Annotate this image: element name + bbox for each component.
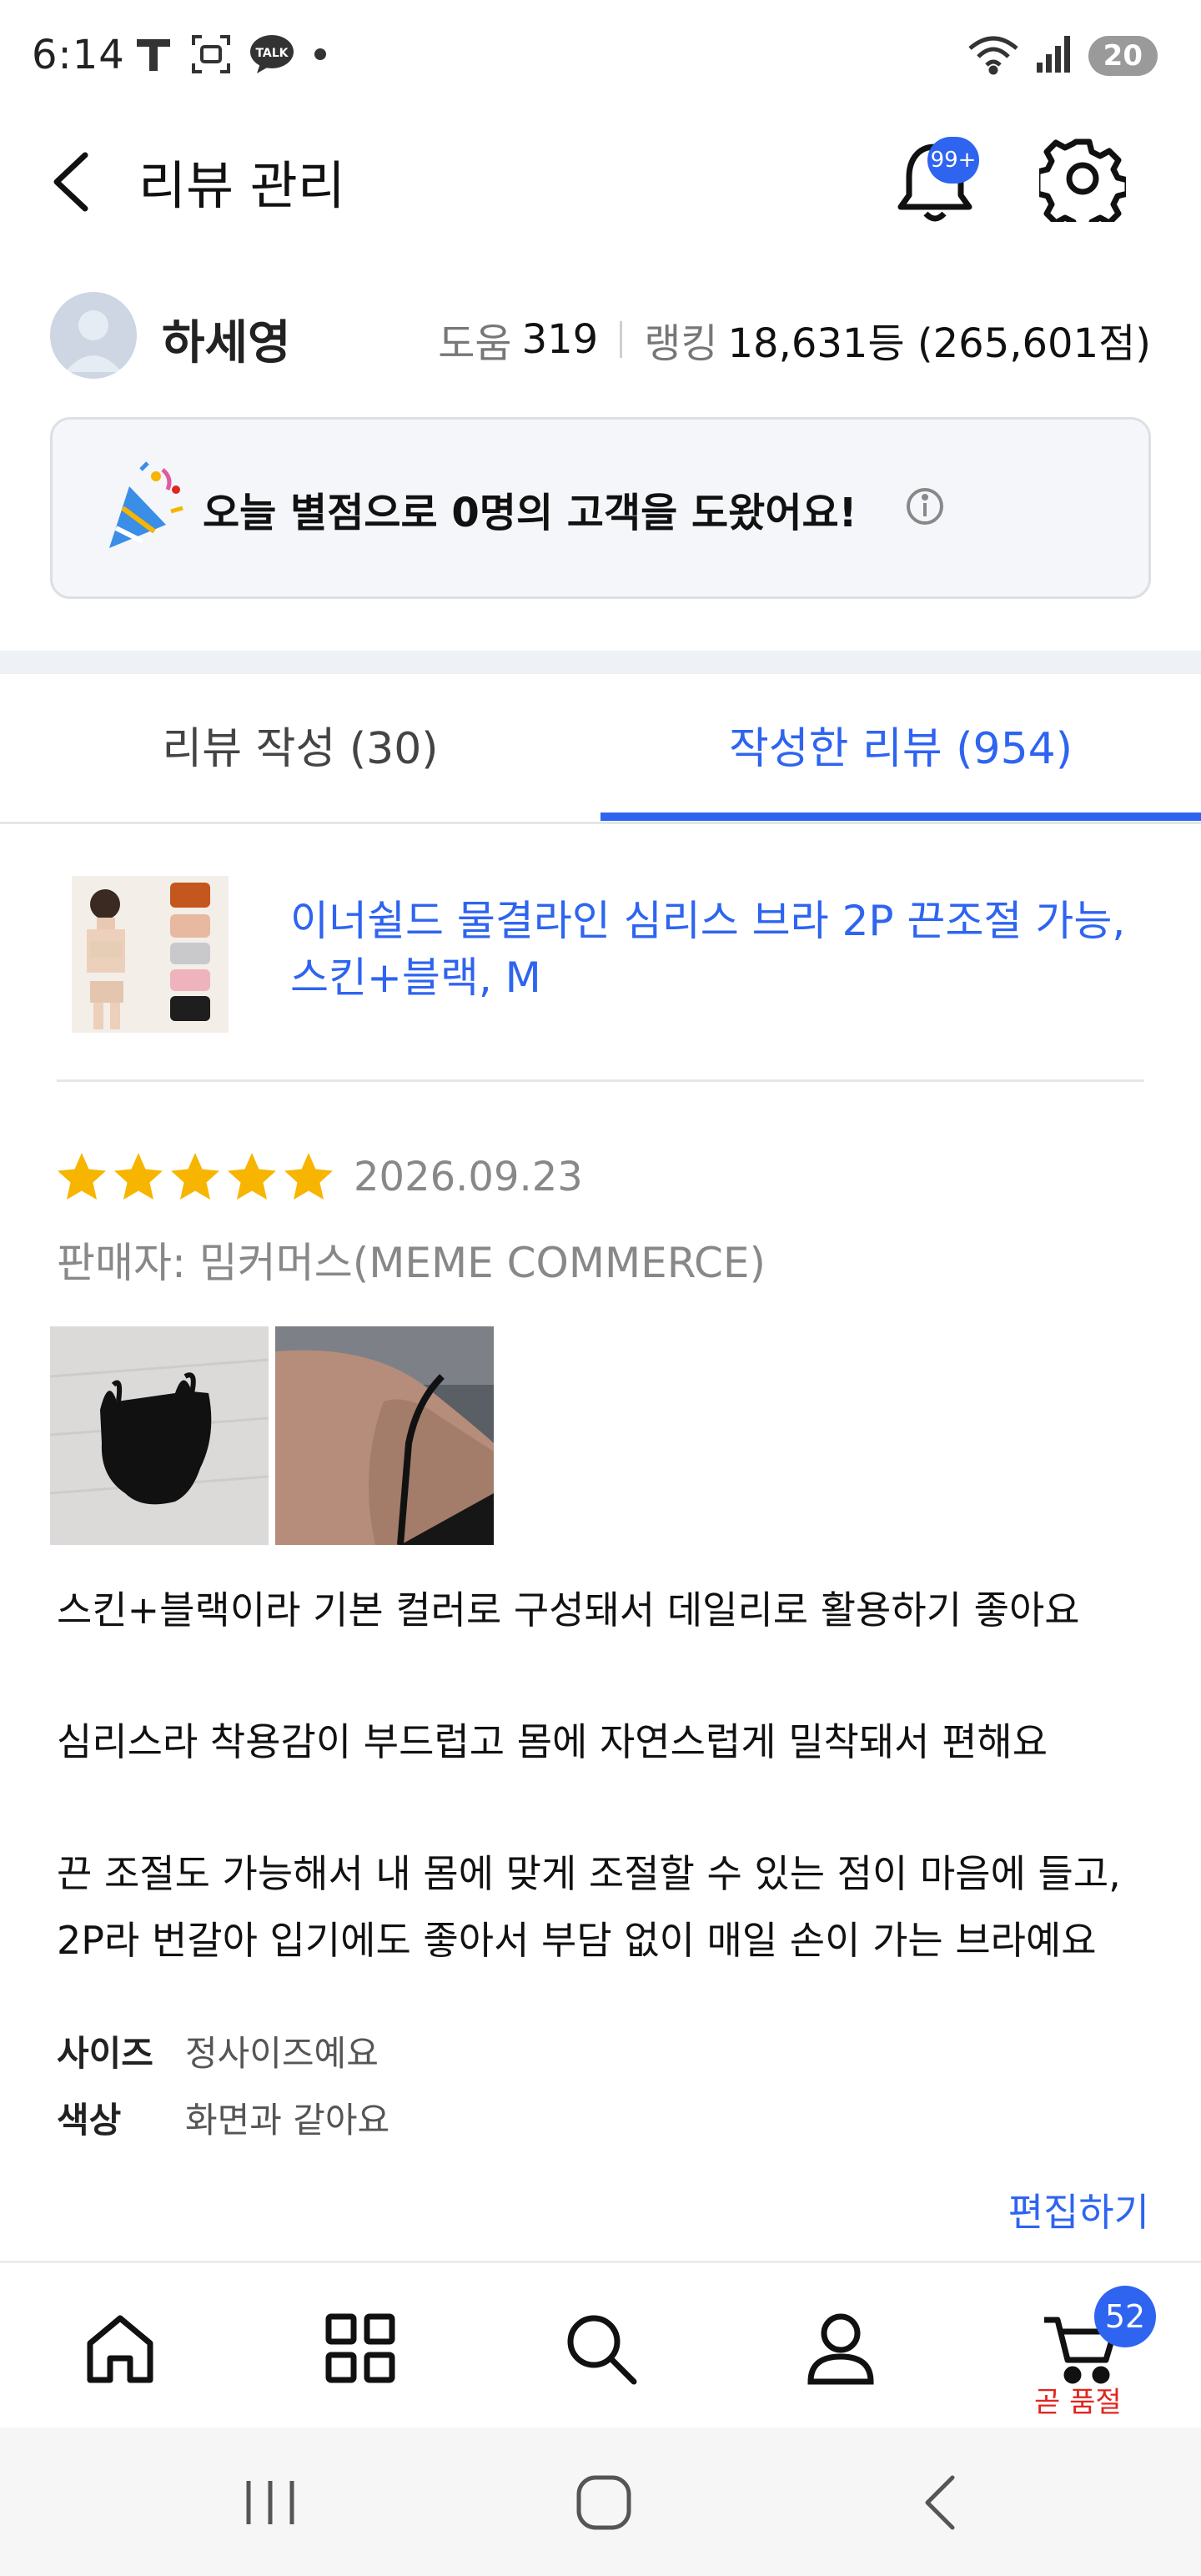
product-divider xyxy=(57,1079,1144,1082)
user-icon[interactable] xyxy=(799,2307,882,2390)
attribute-key: 사이즈 xyxy=(57,2032,153,2074)
back-arrow-icon[interactable] xyxy=(43,148,102,215)
ranking-value: 18,631등 (265,601점) xyxy=(727,320,1151,367)
star-icon xyxy=(114,1153,163,1200)
screenshot-icon xyxy=(190,33,232,78)
search-icon[interactable] xyxy=(559,2307,642,2390)
recent-apps-icon[interactable] xyxy=(237,2469,304,2536)
profile-row: 하세영 도움 319 랭킹 18,631등 (265,601점) xyxy=(0,284,1201,384)
category-grid-icon[interactable] xyxy=(319,2307,402,2390)
attribute-row: 사이즈 정사이즈예요 xyxy=(57,2017,389,2084)
home-icon[interactable] xyxy=(78,2307,162,2390)
home-button-icon[interactable] xyxy=(570,2469,637,2536)
notification-badge: 99+ xyxy=(927,137,979,184)
signal-icon xyxy=(1035,34,1073,78)
edit-review-button[interactable]: 편집하기 xyxy=(1008,2182,1149,2237)
review-photo[interactable] xyxy=(275,1326,494,1545)
user-name: 하세영 xyxy=(162,316,291,370)
app-header: 리뷰 관리 xyxy=(0,125,1201,235)
review-tabs: 리뷰 작성 (30) 작성한 리뷰 (954) xyxy=(0,674,1201,824)
cart-count-badge: 52 xyxy=(1094,2286,1156,2347)
cart-soldout-note: 곧 품절 xyxy=(1034,2386,1122,2419)
attribute-value: 화면과 같아요 xyxy=(185,2099,390,2141)
help-label: 도움 xyxy=(438,320,512,367)
ranking-label: 랭킹 xyxy=(644,320,718,367)
stats-separator xyxy=(620,321,623,358)
seller-name: 판매자: 밈커머스(MEME COMMERCE) xyxy=(57,1239,766,1287)
active-tab-indicator xyxy=(600,813,1201,821)
help-banner: 오늘 별점으로 0명의 고객을 도왔어요! xyxy=(50,417,1151,599)
review-attributes: 사이즈 정사이즈예요 색상 화면과 같아요 xyxy=(57,2017,389,2151)
user-stats: 도움 319 랭킹 18,631등 (265,601점) xyxy=(438,310,1151,369)
review-date: 2026.09.23 xyxy=(354,1154,583,1200)
party-popper-icon xyxy=(104,461,188,553)
star-icon xyxy=(228,1153,276,1200)
help-banner-text: 오늘 별점으로 0명의 고객을 도왔어요! xyxy=(203,490,857,536)
status-right: 20 xyxy=(967,33,1158,78)
review-photo[interactable] xyxy=(50,1326,269,1545)
status-time: 6:14 xyxy=(32,32,125,78)
star-icon xyxy=(171,1153,219,1200)
review-paragraph: 심리스라 착용감이 부드럽고 몸에 자연스럽게 밀착돼서 편해요 xyxy=(57,1719,1048,1764)
t-logo-icon xyxy=(133,34,173,78)
star-icon xyxy=(58,1153,106,1200)
wifi-icon xyxy=(967,33,1020,78)
status-bar: 6:14 TALK 20 xyxy=(0,0,1201,113)
info-icon[interactable] xyxy=(905,486,945,526)
product-thumbnail[interactable] xyxy=(72,876,229,1033)
rating-row: 2026.09.23 xyxy=(55,1148,583,1206)
star-rating xyxy=(55,1150,335,1204)
system-back-icon[interactable] xyxy=(907,2469,974,2536)
system-navigation-bar xyxy=(0,2428,1201,2576)
talk-label: TALK xyxy=(255,47,289,60)
product-name-link[interactable]: 이너쉴드 물결라인 심리스 브라 2P 끈조절 가능, 스킨+블랙, M xyxy=(290,893,1158,1006)
kakaotalk-icon: TALK xyxy=(249,33,295,78)
review-text: 스킨+블랙이라 기본 컬러로 구성돼서 데일리로 활용하기 좋아요 심리스라 착… xyxy=(57,1577,1158,1974)
star-icon xyxy=(284,1153,333,1200)
battery-indicator: 20 xyxy=(1088,36,1158,76)
help-count: 319 xyxy=(521,316,599,363)
review-paragraph: 스킨+블랙이라 기본 컬러로 구성돼서 데일리로 활용하기 좋아요 xyxy=(57,1587,1080,1633)
page-title: 리뷰 관리 xyxy=(138,155,345,216)
tab-written-reviews[interactable]: 작성한 리뷰 (954) xyxy=(600,674,1201,824)
avatar[interactable] xyxy=(50,292,137,379)
tab-write-review[interactable]: 리뷰 작성 (30) xyxy=(0,674,600,824)
section-divider xyxy=(0,651,1201,674)
review-paragraph: 끈 조절도 가능해서 내 몸에 맞게 조절할 수 있는 점이 마음에 들고, xyxy=(57,1851,1121,1896)
review-photos xyxy=(50,1326,494,1545)
attribute-value: 정사이즈예요 xyxy=(185,2032,379,2074)
status-notification-icons: TALK xyxy=(133,33,329,78)
review-product[interactable]: 이너쉴드 물결라인 심리스 브라 2P 끈조절 가능, 스킨+블랙, M xyxy=(0,868,1201,1059)
attribute-key: 색상 xyxy=(57,2099,122,2141)
attribute-row: 색상 화면과 같아요 xyxy=(57,2084,389,2151)
settings-gear-icon[interactable] xyxy=(1034,135,1131,235)
dot-icon xyxy=(312,46,329,66)
bottom-nav xyxy=(0,2261,1201,2428)
review-paragraph: 2P라 번갈아 입기에도 좋아서 부담 없이 매일 손이 가는 브라예요 xyxy=(57,1918,1097,1963)
